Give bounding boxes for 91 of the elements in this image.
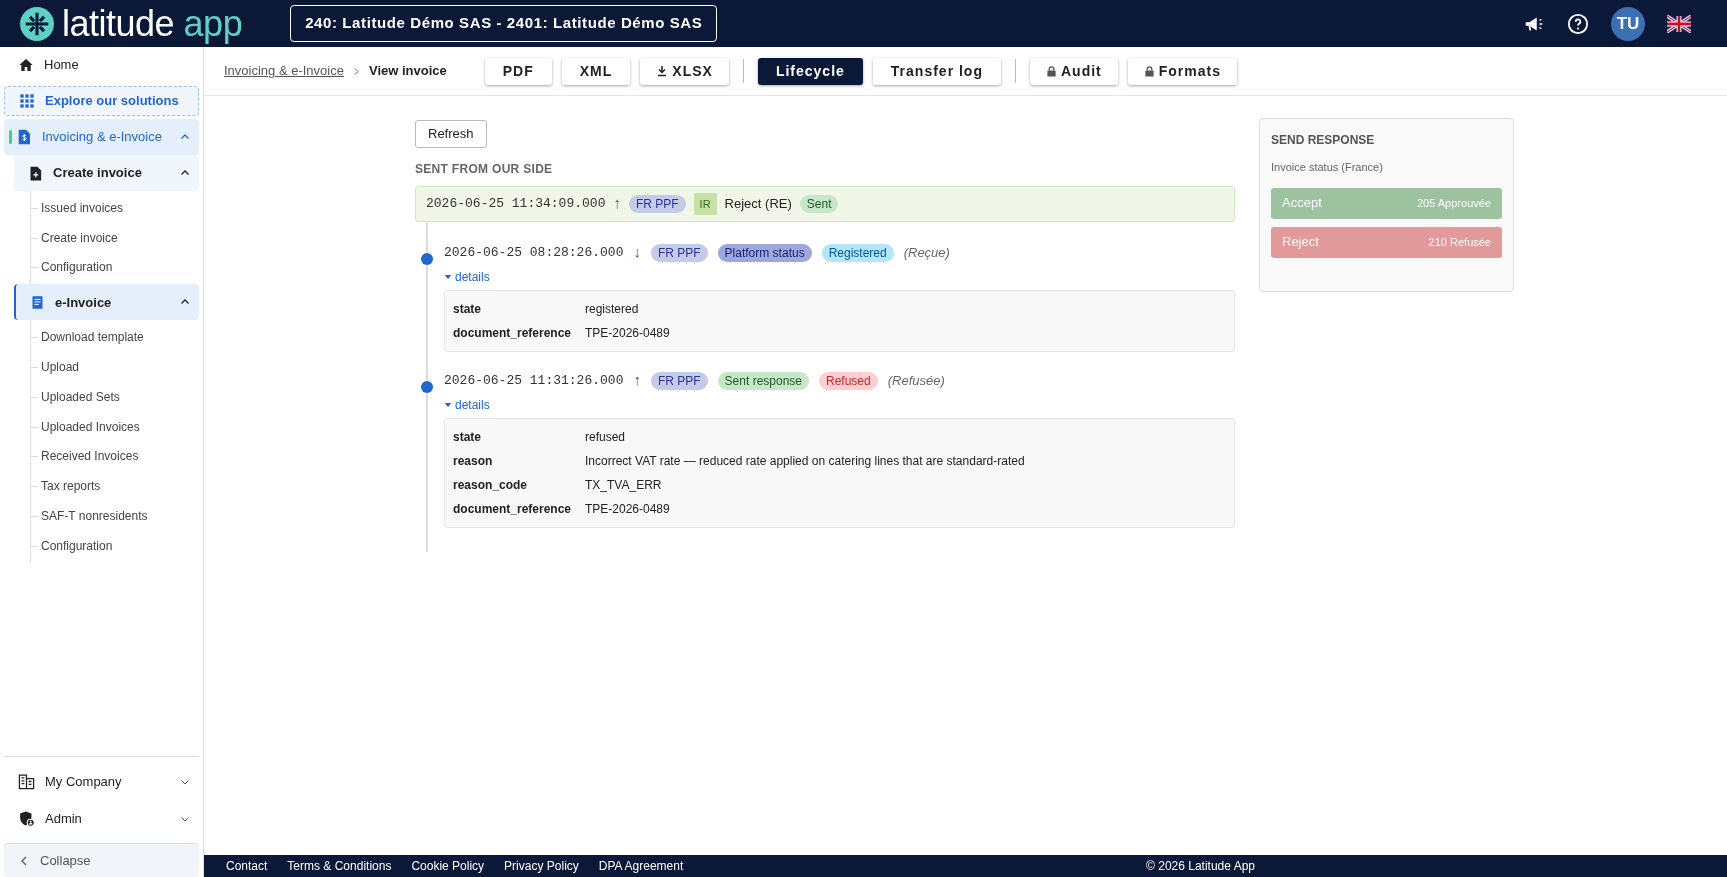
footer-link[interactable]: Contact: [226, 857, 268, 875]
direction-arrow: ↑: [633, 370, 641, 391]
field-value: Incorrect VAT rate — reduced rate applied on catering lines that are standard-rated: [585, 452, 1025, 470]
timeline-dot: [421, 380, 433, 393]
company-selector[interactable]: 240: Latitude Démo SAS - 2401: Latitude Démo SAS: [290, 5, 718, 42]
details-toggle[interactable]: details: [444, 267, 490, 286]
direction-arrow: ↑: [613, 193, 621, 214]
sidebar-link[interactable]: Upload: [31, 352, 199, 382]
panel-title: SEND RESPONSE: [1271, 132, 1376, 149]
sidebar-group[interactable]: e-Invoice: [14, 284, 199, 321]
grid-icon: [19, 93, 35, 109]
code-label: IR: [693, 192, 717, 215]
field-name: reason: [453, 452, 494, 470]
status-tag: Registered: [821, 243, 894, 262]
toolbar-tab[interactable]: XLSX: [640, 57, 729, 85]
footer-link[interactable]: Cookie Policy: [411, 857, 485, 875]
status-tag: Sent: [799, 194, 839, 213]
toolbar-tab[interactable]: Audit: [1029, 57, 1118, 85]
user-avatar[interactable]: TU: [1611, 6, 1645, 41]
field-name: document_reference: [453, 500, 573, 518]
sidebar-item[interactable]: Invoicing & e-Invoice: [4, 119, 199, 155]
field-value: refused: [585, 428, 626, 446]
breadcrumb-link[interactable]: Invoicing & e-Invoice: [224, 61, 344, 81]
sidebar-link[interactable]: Create invoice: [31, 222, 199, 253]
sidebar-link[interactable]: Download template: [31, 322, 199, 353]
sidebar-link[interactable]: Configuration: [31, 252, 199, 283]
field-name: reason_code: [453, 476, 529, 494]
toolbar-tab[interactable]: Formats: [1127, 57, 1237, 85]
toolbar-tab[interactable]: PDF: [484, 57, 552, 85]
panel-subtitle: Invoice status (France): [1271, 160, 1384, 175]
status-note: (Reçue): [903, 243, 950, 262]
toolbar-tab[interactable]: XML: [561, 57, 631, 85]
breadcrumb-current: View invoice: [368, 62, 447, 81]
footer-link[interactable]: Privacy Policy: [504, 857, 579, 875]
sidebar-item[interactable]: Admin: [4, 800, 199, 837]
lock-icon: [1045, 64, 1057, 78]
logo-icon: [20, 6, 54, 41]
receipt-icon: [30, 293, 45, 311]
caret-down-icon: [444, 272, 452, 281]
timestamp: 2026-06-25 11:31:26.000: [444, 371, 624, 390]
document-plus-icon: [28, 164, 43, 182]
refresh-button[interactable]: Refresh: [415, 120, 487, 148]
sidebar-link[interactable]: Tax reports: [31, 471, 199, 502]
sidebar-link[interactable]: Uploaded Sets: [31, 382, 199, 412]
home-icon: [18, 57, 34, 73]
lock-icon: [1143, 64, 1155, 78]
sidebar-link[interactable]: SAF-T nonresidents: [31, 501, 199, 531]
status-tag: Sent response: [717, 371, 809, 390]
direction-arrow: ↓: [633, 242, 641, 263]
section-title: SENT FROM OUR SIDE: [415, 160, 554, 178]
message-label: Reject (RE): [724, 194, 792, 213]
sidebar-item[interactable]: My Company: [4, 763, 199, 800]
timestamp: 2026-06-25 11:34:09.000: [426, 194, 606, 213]
collapse-button[interactable]: Collapse: [4, 843, 199, 877]
status-tag: FR PPF: [650, 243, 708, 262]
status-tag: Platform status: [717, 243, 812, 262]
download-icon: [656, 65, 669, 77]
help-icon: [1567, 12, 1589, 35]
footer-link[interactable]: Terms & Conditions: [287, 857, 392, 875]
shield-icon: [18, 810, 35, 827]
sidebar-link[interactable]: Configuration: [31, 530, 199, 561]
sidebar-item[interactable]: Home: [4, 47, 199, 83]
footer-link[interactable]: DPA Agreement: [598, 857, 684, 875]
field-name: state: [453, 428, 482, 446]
logo-text: latitude app: [62, 5, 243, 42]
timestamp: 2026-06-25 08:28:26.000: [444, 243, 624, 262]
caret-down-icon: [444, 400, 452, 409]
field-name: document_reference: [453, 324, 573, 342]
sidebar-link[interactable]: Uploaded Invoices: [31, 411, 199, 442]
timeline-dot: [421, 252, 433, 265]
status-note: (Refusée): [887, 371, 945, 390]
toolbar-tab[interactable]: Lifecycle: [757, 57, 863, 85]
explore-link[interactable]: Explore our solutions: [4, 86, 199, 116]
sidebar-link[interactable]: Issued invoices: [31, 193, 199, 223]
details-toggle[interactable]: details: [444, 395, 490, 414]
copyright: © 2026 Latitude App: [1146, 858, 1255, 875]
field-value: TX_TVA_ERR: [585, 476, 662, 494]
status-tag: Refused: [819, 371, 878, 390]
field-value: TPE-2026-0489: [585, 324, 670, 342]
active-indicator: [9, 130, 12, 144]
flag-icon: [1667, 14, 1691, 33]
field-value: TPE-2026-0489: [585, 500, 670, 518]
toolbar-tab[interactable]: Transfer log: [872, 57, 1001, 85]
status-tag: FR PPF: [650, 371, 708, 390]
field-value: registered: [585, 300, 639, 318]
sidebar-group[interactable]: Create invoice: [14, 155, 199, 191]
status-tag: FR PPF: [628, 194, 686, 213]
document-dollar-icon: [16, 128, 32, 146]
building-icon: [18, 773, 35, 790]
sidebar-link[interactable]: Received Invoices: [31, 441, 199, 472]
field-name: state: [453, 300, 482, 318]
